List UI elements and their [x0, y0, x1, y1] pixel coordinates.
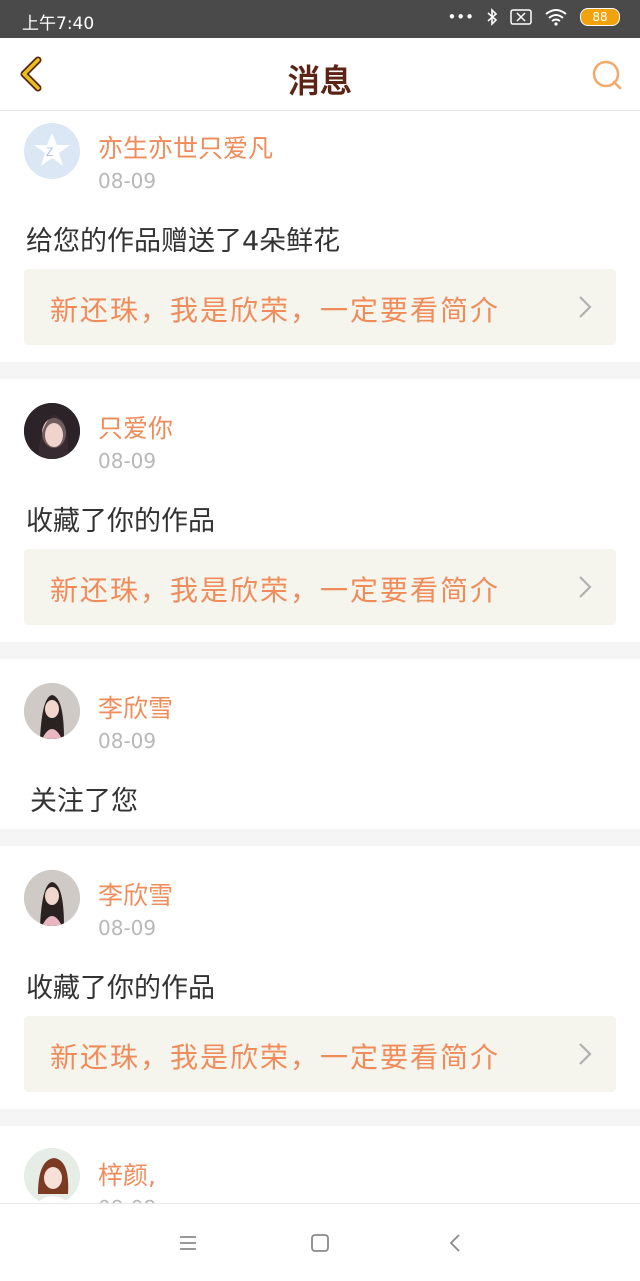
message-date: 08-09	[98, 916, 157, 940]
work-link[interactable]: 新还珠，我是欣荣，一定要看简介	[24, 1016, 616, 1092]
avatar[interactable]: Z	[24, 123, 80, 179]
message-action: 给您的作品赠送了4朵鲜花	[26, 226, 341, 257]
work-title: 新还珠，我是欣荣，一定要看简介	[50, 574, 501, 607]
bluetooth-icon	[487, 8, 498, 26]
user-photo-icon	[24, 683, 80, 739]
default-avatar-icon: Z	[34, 133, 70, 166]
user-photo-icon	[24, 870, 80, 926]
page-title: 消息	[287, 62, 352, 100]
status-bar: 上午7:40 ••• 88	[0, 0, 640, 38]
user-photo-icon	[24, 1148, 80, 1203]
system-nav-bar	[0, 1203, 640, 1281]
user-name[interactable]: 李欣雪	[98, 876, 173, 912]
message-item: 只爱你 08-09 收藏了你的作品 新还珠，我是欣荣，一定要看简介	[0, 379, 640, 642]
chevron-right-icon	[579, 576, 592, 598]
avatar[interactable]	[24, 870, 80, 926]
user-photo-icon	[24, 403, 80, 459]
message-date: 08-09	[98, 449, 157, 473]
svg-text:Z: Z	[46, 145, 53, 159]
status-time: 上午7:40	[22, 14, 95, 34]
message-item: 李欣雪 08-09 收藏了你的作品 新还珠，我是欣荣，一定要看简介	[0, 846, 640, 1109]
user-name[interactable]: 梓颜,	[98, 1156, 156, 1192]
work-link[interactable]: 新还珠，我是欣荣，一定要看简介	[24, 549, 616, 625]
user-name[interactable]: 只爱你	[98, 409, 173, 445]
app-header: 消息	[0, 38, 640, 111]
menu-icon[interactable]	[175, 1230, 201, 1256]
search-icon[interactable]	[590, 58, 624, 92]
message-date: 08-08	[98, 1196, 156, 1203]
message-item: Z 亦生亦世只爱凡 08-09 给您的作品赠送了4朵鲜花 新还珠，我是欣荣，一定…	[0, 111, 640, 362]
wifi-icon	[545, 9, 567, 26]
message-action: 关注了您	[30, 786, 138, 817]
nav-back-icon[interactable]	[442, 1230, 468, 1256]
status-icons: ••• 88	[447, 8, 620, 26]
user-name[interactable]: 李欣雪	[98, 689, 173, 725]
avatar[interactable]	[24, 683, 80, 739]
home-icon[interactable]	[307, 1230, 333, 1256]
chevron-right-icon	[579, 1043, 592, 1065]
message-action: 收藏了你的作品	[26, 506, 215, 537]
message-feed[interactable]: Z 亦生亦世只爱凡 08-09 给您的作品赠送了4朵鲜花 新还珠，我是欣荣，一定…	[0, 111, 640, 1203]
avatar[interactable]	[24, 403, 80, 459]
avatar[interactable]	[24, 1148, 80, 1203]
message-item: 梓颜, 08-08	[0, 1126, 640, 1203]
more-dots-icon: •••	[447, 8, 474, 26]
work-link[interactable]: 新还珠，我是欣荣，一定要看简介	[24, 269, 616, 345]
battery-badge: 88	[580, 8, 620, 26]
sim-x-icon	[510, 9, 532, 25]
message-action: 收藏了你的作品	[26, 973, 215, 1004]
user-name[interactable]: 亦生亦世只爱凡	[98, 129, 273, 165]
work-title: 新还珠，我是欣荣，一定要看简介	[50, 294, 501, 327]
message-date: 08-09	[98, 169, 157, 193]
message-item: 李欣雪 08-09 关注了您	[0, 659, 640, 829]
chevron-right-icon	[579, 296, 592, 318]
message-date: 08-09	[98, 729, 157, 753]
work-title: 新还珠，我是欣荣，一定要看简介	[50, 1041, 501, 1074]
